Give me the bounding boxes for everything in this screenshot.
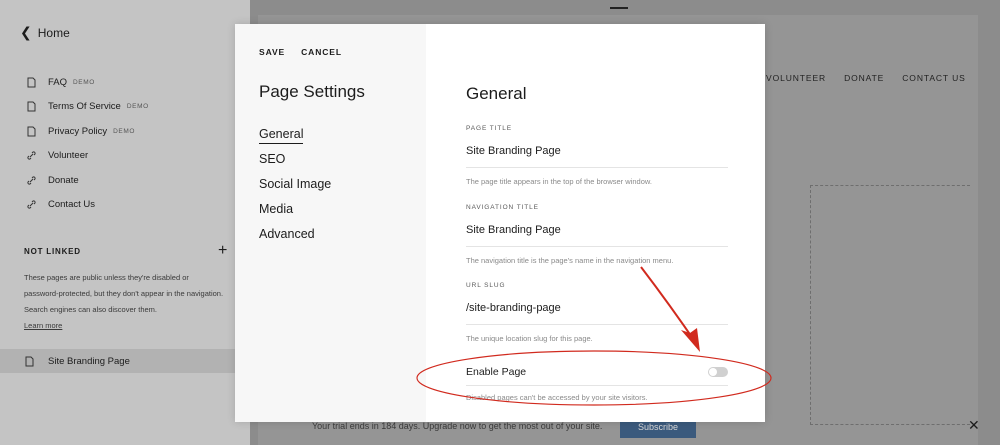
link-icon — [24, 150, 38, 161]
modal-title: Page Settings — [259, 82, 365, 101]
preview-nav-contact: CONTACT US — [902, 73, 966, 83]
link-icon — [24, 175, 38, 186]
trial-text: Your trial ends in 184 days. Upgrade now… — [312, 421, 603, 431]
modal-content: General PAGE TITLE Site Branding Page Th… — [426, 24, 765, 422]
sidebar-item-label: Site Branding Page — [48, 355, 130, 367]
tab-label: General — [259, 127, 304, 144]
preview-nav-donate: DONATE — [844, 73, 885, 83]
sidebar-item-label: Donate — [48, 174, 79, 186]
field-label: URL SLUG — [466, 282, 506, 289]
page-title-field: PAGE TITLE Site Branding Page The page t… — [466, 125, 728, 186]
close-icon[interactable]: ✕ — [968, 417, 980, 434]
tab-label: Media — [259, 202, 294, 216]
page-list: FAQ DEMO Terms Of Service DEMO Privacy P… — [24, 70, 149, 217]
demo-tag: DEMO — [113, 127, 136, 135]
link-icon — [24, 199, 38, 210]
tab-label: Advanced — [259, 227, 315, 241]
tab-label: Social Image — [259, 177, 332, 191]
home-label: Home — [37, 25, 70, 40]
sidebar-item-donate[interactable]: Donate — [24, 168, 149, 193]
tab-seo[interactable]: SEO — [259, 152, 331, 177]
enable-page-toggle[interactable] — [708, 367, 728, 377]
navigation-title-input[interactable]: Site Branding Page — [466, 224, 728, 247]
sidebar-item-label: Volunteer — [48, 150, 89, 162]
toggle-knob — [709, 368, 717, 376]
settings-nav: General SEO Social Image Media Advanced — [259, 127, 331, 252]
page-icon — [24, 126, 38, 137]
page-icon — [24, 356, 38, 367]
field-help: The unique location slug for this page. — [466, 334, 593, 343]
modal-actions: SAVE CANCEL — [259, 47, 342, 57]
page-settings-modal: SAVE CANCEL Page Settings General SEO So… — [235, 24, 765, 422]
enable-page-help: Disabled pages can't be accessed by your… — [466, 393, 648, 402]
enable-page-label: Enable Page — [466, 366, 527, 378]
cancel-button[interactable]: CANCEL — [301, 47, 342, 57]
sidebar-item-terms[interactable]: Terms Of Service DEMO — [24, 95, 149, 120]
page-icon — [24, 101, 38, 112]
sidebar-item-privacy[interactable]: Privacy Policy DEMO — [24, 119, 149, 144]
tab-general[interactable]: General — [259, 127, 331, 152]
preview-navigation: VOLUNTEER DONATE CONTACT US — [766, 73, 966, 83]
sidebar-item-volunteer[interactable]: Volunteer — [24, 144, 149, 169]
url-slug-field: URL SLUG /site-branding-page The unique … — [466, 282, 728, 343]
not-linked-description: These pages are public unless they're di… — [24, 270, 224, 334]
tab-advanced[interactable]: Advanced — [259, 227, 331, 252]
section-title: General — [466, 84, 527, 103]
url-slug-input[interactable]: /site-branding-page — [466, 302, 728, 325]
sidebar-item-site-branding[interactable]: Site Branding Page — [0, 349, 250, 373]
add-page-plus-icon[interactable]: + — [218, 242, 227, 260]
demo-tag: DEMO — [73, 78, 95, 86]
sidebar-item-faq[interactable]: FAQ DEMO — [24, 70, 149, 95]
home-link[interactable]: ❮ Home — [20, 24, 70, 41]
page-icon — [24, 77, 38, 88]
enable-page-row: Enable Page — [466, 366, 728, 378]
navigation-title-field: NAVIGATION TITLE Site Branding Page The … — [466, 204, 728, 265]
field-help: The page title appears in the top of the… — [466, 177, 652, 186]
tab-media[interactable]: Media — [259, 202, 331, 227]
sidebar-item-label: Terms Of Service — [48, 101, 121, 113]
tab-social-image[interactable]: Social Image — [259, 177, 331, 202]
modal-sidebar: SAVE CANCEL Page Settings General SEO So… — [235, 24, 426, 422]
page-title-input[interactable]: Site Branding Page — [466, 145, 728, 168]
preview-nav-volunteer: VOLUNTEER — [766, 73, 827, 83]
sidebar-item-label: Privacy Policy — [48, 125, 108, 137]
learn-more-link[interactable]: Learn more — [24, 321, 62, 330]
pages-sidebar: ❮ Home FAQ DEMO Terms Of Service DEMO Pr… — [0, 0, 250, 445]
demo-tag: DEMO — [126, 103, 149, 111]
not-linked-heading: NOT LINKED — [24, 247, 81, 256]
preview-content-block — [810, 185, 970, 425]
field-label: PAGE TITLE — [466, 125, 512, 132]
sidebar-item-label: Contact Us — [48, 199, 95, 211]
sidebar-item-contact[interactable]: Contact Us — [24, 193, 149, 218]
preview-handle — [610, 7, 628, 9]
divider — [466, 385, 728, 386]
not-linked-text: These pages are public unless they're di… — [24, 273, 224, 314]
chevron-left-icon: ❮ — [20, 24, 32, 40]
save-button[interactable]: SAVE — [259, 47, 285, 57]
field-help: The navigation title is the page's name … — [466, 256, 674, 265]
tab-label: SEO — [259, 152, 286, 166]
field-label: NAVIGATION TITLE — [466, 204, 539, 211]
sidebar-item-label: FAQ — [48, 76, 68, 88]
